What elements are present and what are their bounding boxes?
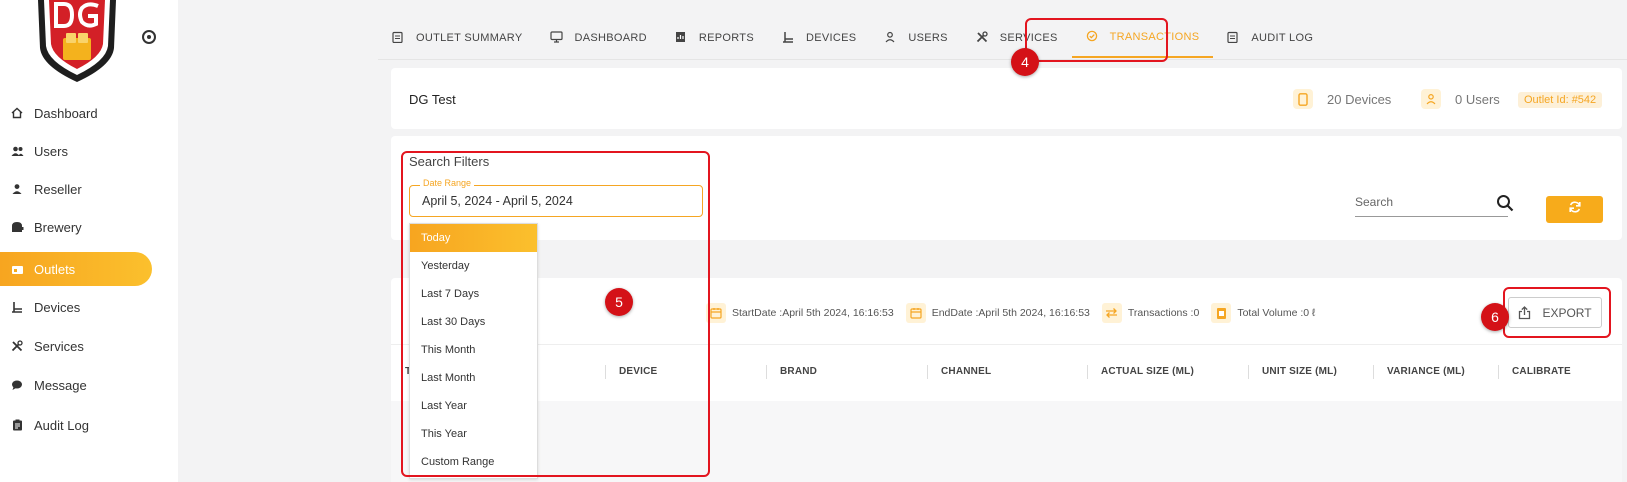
sidebar-item-brewery[interactable]: Brewery	[0, 210, 152, 244]
refresh-icon	[1568, 200, 1582, 219]
sidebar-item-label: Message	[34, 377, 87, 393]
sidebar-item-label: Audit Log	[34, 417, 89, 433]
annotation-box-transactions-tab	[1025, 18, 1168, 62]
person-icon	[884, 31, 898, 45]
clipboard-icon	[392, 31, 406, 45]
tab-users[interactable]: USERS	[870, 18, 961, 58]
tab-audit-log[interactable]: AUDIT LOG	[1213, 18, 1327, 58]
refresh-button[interactable]	[1546, 196, 1603, 223]
report-icon	[675, 31, 689, 45]
tab-label: USERS	[908, 32, 948, 44]
devices-icon	[782, 31, 796, 45]
person-icon	[10, 182, 24, 196]
end-date-label: EndDate :April 5th 2024, 16:16:53	[931, 307, 1090, 319]
sidebar-item-audit-log[interactable]: Audit Log	[0, 408, 152, 442]
brewery-icon	[10, 220, 24, 234]
tab-label: OUTLET SUMMARY	[416, 32, 523, 44]
annotation-box-date-filter	[401, 151, 710, 477]
dg-logo[interactable]	[32, 0, 122, 82]
annotation-box-export	[1503, 287, 1611, 338]
volume-stat: Total Volume :0 ℓ	[1211, 303, 1315, 323]
users-count-label: 0 Users	[1455, 91, 1500, 107]
sidebar-item-users[interactable]: Users	[0, 134, 152, 168]
annotation-badge: 6	[1481, 303, 1509, 331]
sidebar-item-label: Users	[34, 143, 68, 159]
end-date-stat: EndDate :April 5th 2024, 16:16:53	[905, 303, 1090, 323]
column-divider	[1373, 365, 1374, 379]
sidebar-item-outlets[interactable]: Outlets	[0, 252, 152, 286]
tab-divider	[378, 59, 1627, 60]
column-divider	[927, 365, 928, 379]
person-icon	[1421, 89, 1441, 109]
chat-icon	[10, 378, 24, 392]
home-icon	[10, 106, 24, 120]
devices-count: 20 Devices	[1293, 89, 1391, 109]
sidebar-item-services[interactable]: Services	[0, 329, 152, 363]
sidebar-item-reseller[interactable]: Reseller	[0, 172, 152, 206]
device-icon	[1293, 89, 1313, 109]
tab-label: AUDIT LOG	[1251, 32, 1314, 44]
users-icon	[10, 144, 24, 158]
sidebar-item-message[interactable]: Message	[0, 368, 152, 402]
sidebar-toggle-icon[interactable]	[142, 30, 156, 44]
sidebar-item-label: Brewery	[34, 219, 82, 235]
annotation-badge: 5	[605, 288, 633, 316]
column-divider	[1498, 365, 1499, 379]
tab-label: DEVICES	[805, 32, 857, 44]
sidebar-item-label: Reseller	[34, 181, 82, 197]
column-divider	[766, 365, 767, 379]
sidebar-item-label: Dashboard	[34, 105, 98, 121]
devices-icon	[10, 300, 24, 314]
sidebar-item-devices[interactable]: Devices	[0, 290, 152, 324]
tab-devices[interactable]: DEVICES	[768, 18, 870, 58]
outlet-header-card: DG Test 20 Devices 0 Users Outlet Id: #5…	[391, 68, 1622, 129]
column-header[interactable]: ACTUAL SIZE (ML)	[1101, 366, 1194, 377]
start-date-label: StartDate :April 5th 2024, 16:16:53	[732, 307, 894, 319]
clipboard-icon	[10, 418, 24, 432]
outlet-icon	[10, 262, 24, 276]
outlet-name: DG Test	[409, 92, 456, 107]
column-divider	[1248, 365, 1249, 379]
transaction-summary: StartDate :April 5th 2024, 16:16:53 EndD…	[706, 303, 1327, 323]
tab-label: DASHBOARD	[574, 32, 647, 44]
column-header[interactable]: CHANNEL	[941, 366, 991, 377]
keg-icon	[1211, 303, 1232, 323]
start-date-stat: StartDate :April 5th 2024, 16:16:53	[706, 303, 894, 323]
sidebar-item-dashboard[interactable]: Dashboard	[0, 96, 152, 130]
devices-count-label: 20 Devices	[1327, 91, 1392, 107]
tab-label: REPORTS	[698, 32, 754, 44]
search-icon[interactable]	[1496, 194, 1514, 212]
clipboard-icon	[1227, 31, 1241, 45]
tab-bar: OUTLET SUMMARY DASHBOARD REPORTS DEVICES…	[378, 18, 1327, 58]
total-volume-label: Total Volume :0 ℓ	[1237, 307, 1316, 319]
transactions-stat: Transactions :0	[1101, 303, 1200, 323]
column-header[interactable]: UNIT SIZE (ML)	[1262, 366, 1337, 377]
calendar-icon	[905, 303, 926, 323]
search-field	[1355, 192, 1514, 217]
monitor-icon	[550, 31, 564, 45]
column-header[interactable]: BRAND	[780, 366, 817, 377]
outlet-id-badge: Outlet Id: #542	[1518, 92, 1603, 108]
tab-dashboard[interactable]: DASHBOARD	[536, 18, 660, 58]
tab-reports[interactable]: REPORTS	[661, 18, 768, 58]
column-header[interactable]: VARIANCE (ML)	[1387, 366, 1465, 377]
swap-icon	[1101, 303, 1122, 323]
tab-outlet-summary[interactable]: OUTLET SUMMARY	[378, 18, 536, 58]
tools-icon	[976, 31, 990, 45]
tools-icon	[10, 339, 24, 353]
sidebar-item-label: Devices	[34, 299, 81, 315]
sidebar-item-label: Outlets	[34, 261, 76, 277]
search-input[interactable]	[1355, 192, 1485, 212]
column-divider	[1087, 365, 1088, 379]
transactions-count-label: Transactions :0	[1127, 307, 1200, 319]
sidebar: Dashboard Users Reseller Brewery Outlets…	[0, 0, 178, 482]
users-count: 0 Users	[1421, 89, 1500, 109]
annotation-badge: 4	[1011, 48, 1039, 76]
column-header[interactable]: CALIBRATE	[1512, 366, 1571, 377]
sidebar-item-label: Services	[34, 338, 84, 354]
